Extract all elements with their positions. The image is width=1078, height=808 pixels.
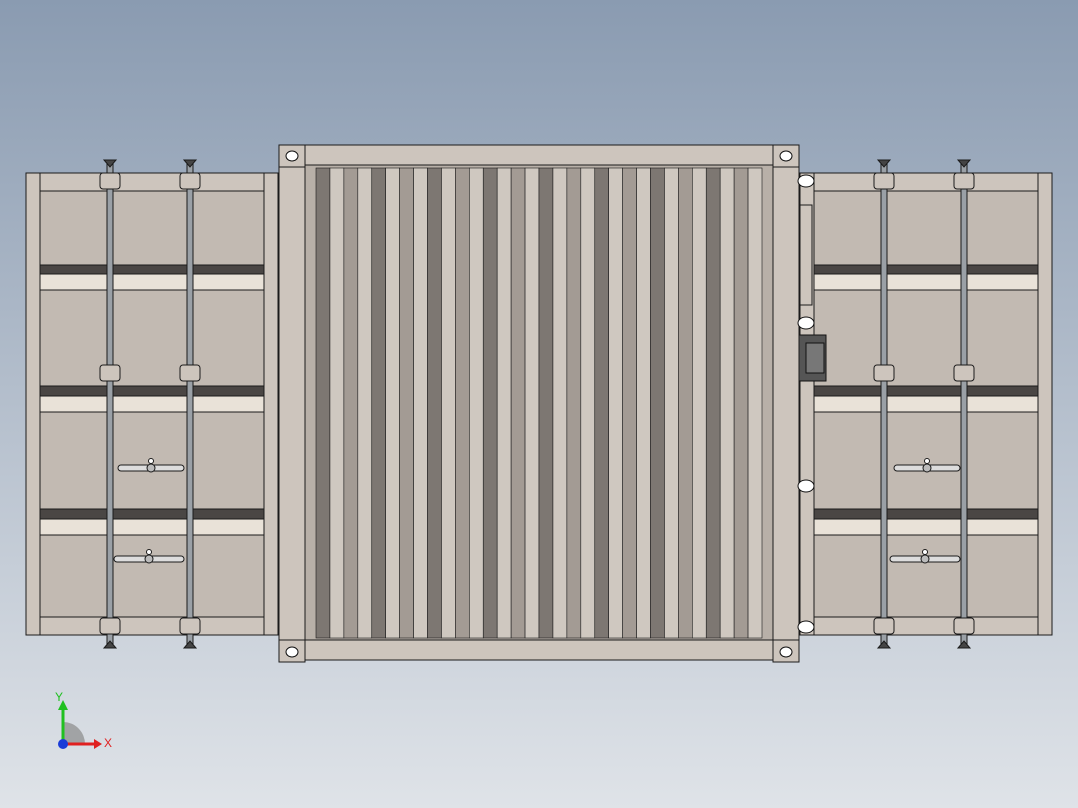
z-axis-origin — [58, 739, 68, 749]
corrugation-strip — [692, 167, 707, 639]
container-end-frame — [278, 144, 815, 663]
corrugation-strip — [441, 167, 456, 639]
bottom-end-rail — [278, 639, 800, 661]
rod-guide-bracket — [873, 364, 895, 382]
right-door-band-2 — [813, 385, 1039, 397]
left-door-top-rail — [39, 172, 265, 192]
handle-hub — [922, 463, 932, 473]
hinge-knuckle-4 — [797, 620, 815, 634]
rod-guide-bracket — [99, 364, 121, 382]
vent-grille — [799, 204, 813, 306]
corrugation-strip — [594, 167, 609, 639]
y-axis-label: Y — [55, 690, 63, 704]
corrugation-strip — [747, 167, 763, 639]
corrugation-strip — [622, 167, 637, 639]
locking-rod — [880, 159, 888, 649]
top-end-rail — [278, 144, 800, 166]
left-door-light-band-2 — [39, 395, 265, 413]
rod-guide-bracket — [953, 364, 975, 382]
left-door-bottom-rail — [39, 616, 265, 636]
hinge-knuckle-3 — [797, 479, 815, 493]
locking-rod — [106, 159, 114, 649]
corrugation-strip — [482, 167, 498, 639]
left-door[interactable] — [25, 172, 279, 636]
latch-box-face — [805, 342, 825, 374]
container-drawing: X Y — [0, 0, 1078, 808]
hinge-knuckle-2 — [797, 316, 815, 330]
corner-casting-hole-top-left — [285, 150, 299, 162]
corrugation-strip — [580, 167, 596, 639]
corrugation-strip — [664, 167, 679, 639]
hinge-knuckle-1 — [797, 174, 815, 188]
corner-casting-hole-top-right — [779, 150, 793, 162]
corrugation-strip — [385, 167, 400, 639]
handle-hub — [146, 463, 156, 473]
corrugation-strip — [608, 167, 623, 639]
corrugation-strip — [650, 167, 665, 639]
rod-guide-bracket — [99, 617, 121, 635]
corrugation-strip — [636, 167, 651, 639]
rod-guide-bracket — [179, 617, 201, 635]
right-door-light-band-2 — [813, 395, 1039, 413]
left-corner-post — [278, 144, 306, 661]
corrugation-strip — [343, 167, 359, 639]
right-door-band-1 — [813, 264, 1039, 275]
rod-guide-bracket — [873, 172, 895, 190]
corrugation-strip — [552, 167, 568, 639]
corrugation-strip — [427, 167, 442, 639]
corner-casting-hole-bottom-right — [779, 646, 793, 658]
right-door-band-3 — [813, 508, 1039, 520]
corrugation-strip — [413, 167, 428, 639]
handle-padlock-eye — [146, 549, 152, 555]
left-door-band-1 — [39, 264, 265, 275]
cad-viewport[interactable]: X Y — [0, 0, 1078, 808]
corrugation-strip — [399, 167, 414, 639]
corrugation-strip — [705, 167, 721, 639]
rod-guide-bracket — [953, 172, 975, 190]
right-corner-post — [772, 144, 800, 661]
left-door-light-band-1 — [39, 273, 265, 291]
right-door[interactable] — [797, 172, 1053, 636]
corrugation-strip — [455, 167, 470, 639]
corner-casting-hole-bottom-left — [285, 646, 299, 658]
right-door-light-band-1 — [813, 273, 1039, 291]
x-axis-label: X — [104, 736, 112, 750]
corrugation-strip — [733, 167, 749, 639]
left-door-hinge-post — [263, 172, 279, 636]
right-door-outer-post — [1037, 172, 1053, 636]
right-door-light-band-3 — [813, 518, 1039, 536]
corrugation-strip — [524, 167, 540, 639]
corrugation-strip — [510, 167, 526, 639]
left-door-light-band-3 — [39, 518, 265, 536]
corrugation-strip — [315, 167, 331, 639]
corrugation-strip — [496, 167, 512, 639]
corrugation-strip — [329, 167, 345, 639]
left-door-band-2 — [39, 385, 265, 397]
handle-padlock-eye — [922, 549, 928, 555]
left-door-outer-post — [25, 172, 41, 636]
rod-guide-bracket — [99, 172, 121, 190]
handle-padlock-eye — [924, 458, 930, 464]
locking-rod — [186, 159, 194, 649]
handle-hub — [144, 554, 154, 564]
handle-hub — [920, 554, 930, 564]
corrugation-strip — [469, 167, 484, 639]
corrugated-end-wall — [315, 167, 763, 639]
corrugation-strip — [371, 167, 386, 639]
rod-guide-bracket — [873, 617, 895, 635]
corrugation-strip — [566, 167, 582, 639]
rod-guide-bracket — [953, 617, 975, 635]
corrugation-strip — [357, 167, 373, 639]
left-door-band-3 — [39, 508, 265, 520]
right-door-top-rail — [813, 172, 1039, 192]
corrugation-strip — [719, 167, 735, 639]
locking-rod — [960, 159, 968, 649]
handle-padlock-eye — [148, 458, 154, 464]
corrugation-strip — [678, 167, 693, 639]
right-door-bottom-rail — [813, 616, 1039, 636]
rod-guide-bracket — [179, 364, 201, 382]
rod-guide-bracket — [179, 172, 201, 190]
corrugation-strip — [538, 167, 554, 639]
